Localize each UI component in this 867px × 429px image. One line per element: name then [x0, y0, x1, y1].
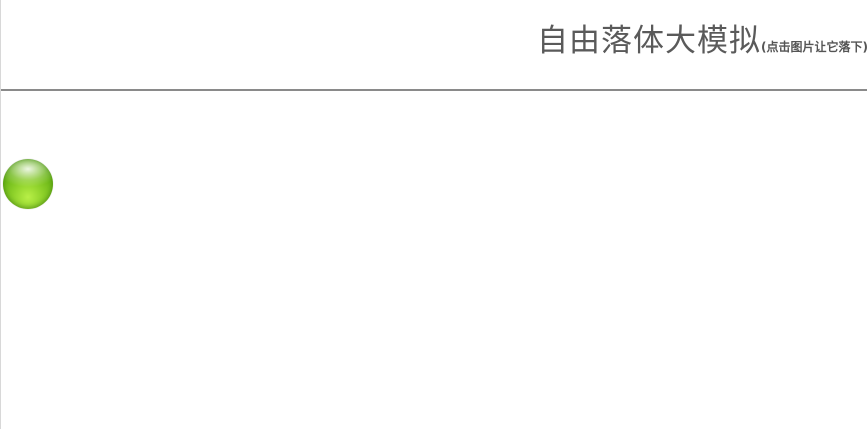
page-title: 自由落体大模拟(点击图片让它落下): [537, 15, 867, 60]
page-header: 自由落体大模拟(点击图片让它落下): [1, 0, 867, 91]
page: 自由落体大模拟(点击图片让它落下): [0, 0, 867, 429]
title-hint: (点击图片让它落下): [761, 40, 867, 54]
title-text: 自由落体大模拟: [537, 23, 762, 59]
green-ball-icon[interactable]: [3, 159, 53, 209]
